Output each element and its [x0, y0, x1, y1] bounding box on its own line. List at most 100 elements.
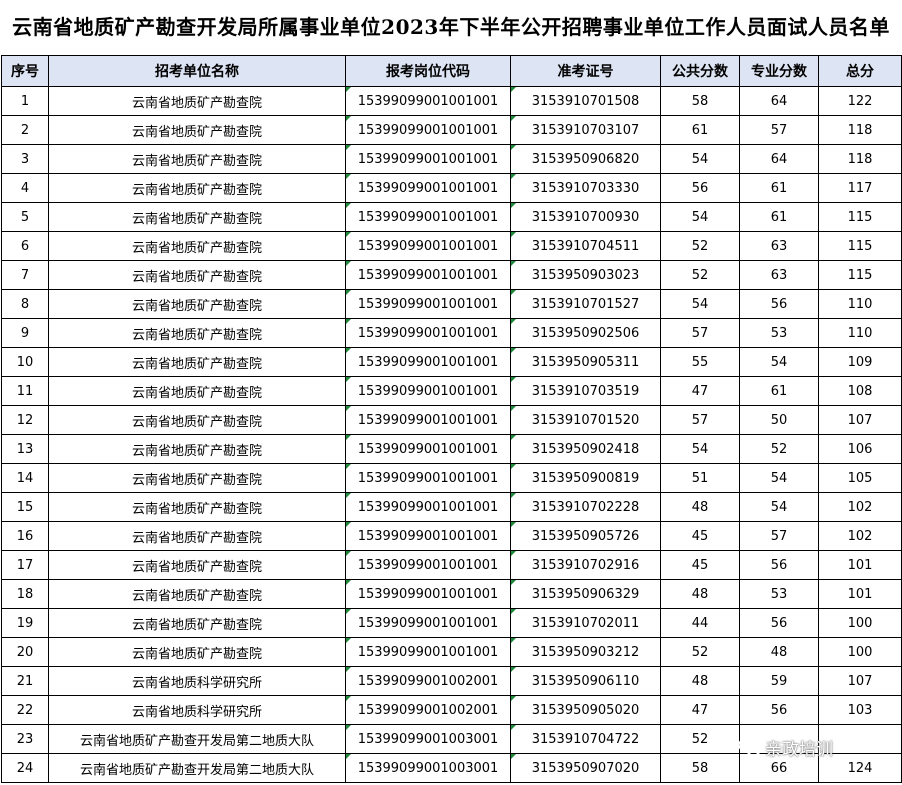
cell-seq: 18: [1, 579, 49, 609]
cell-seq: 7: [1, 260, 49, 290]
cell-professional-score: 48: [739, 637, 819, 667]
cell-public-score: 47: [660, 376, 740, 406]
table-row: 7 云南省地质矿产勘查院 15399099001001001 315395090302…: [1, 260, 902, 290]
cell-post-code: 15399099001002001: [345, 695, 511, 725]
cell-post-code: 15399099001001001: [345, 231, 511, 261]
cell-public-score: 54: [660, 202, 740, 232]
cell-total-score: 102: [818, 492, 902, 522]
cell-total-score: 115: [818, 202, 902, 232]
cell-total-score: 103: [818, 695, 902, 725]
cell-total-score: 102: [818, 521, 902, 551]
cell-unit-name: 云南省地质矿产勘查院: [48, 405, 346, 435]
cell-total-score: 101: [818, 579, 902, 609]
table-row: 20 云南省地质矿产勘查院 15399099001001001 31539509032…: [1, 637, 902, 667]
cell-seq: 23: [1, 724, 49, 754]
table-row: 6 云南省地质矿产勘查院 15399099001001001 315391070451…: [1, 231, 902, 261]
cell-public-score: 57: [660, 405, 740, 435]
cell-ticket-number: 3153950903023: [510, 260, 661, 290]
cell-seq: 8: [1, 289, 49, 319]
cell-post-code: 15399099001001001: [345, 550, 511, 580]
cell-unit-name: 云南省地质科学研究所: [48, 695, 346, 725]
cell-public-score: 44: [660, 608, 740, 638]
cell-unit-name: 云南省地质矿产勘查院: [48, 376, 346, 406]
cell-ticket-number: 3153910701508: [510, 86, 661, 116]
cell-ticket-number: 3153910702916: [510, 550, 661, 580]
cell-public-score: 57: [660, 318, 740, 348]
table-row: 12 云南省地质矿产勘查院 15399099001001001 31539107015…: [1, 405, 902, 435]
header-post-code: 报考岗位代码: [345, 55, 511, 87]
cell-public-score: 52: [660, 637, 740, 667]
cell-unit-name: 云南省地质矿产勘查院: [48, 173, 346, 203]
cell-seq: 6: [1, 231, 49, 261]
cell-seq: 17: [1, 550, 49, 580]
cell-unit-name: 云南省地质矿产勘查开发局第二地质大队: [48, 724, 346, 754]
cell-seq: 19: [1, 608, 49, 638]
cell-public-score: 55: [660, 347, 740, 377]
cell-seq: 14: [1, 463, 49, 493]
cell-public-score: 51: [660, 463, 740, 493]
cell-ticket-number: 3153950906820: [510, 144, 661, 174]
cell-post-code: 15399099001001001: [345, 434, 511, 464]
cell-seq: 1: [1, 86, 49, 116]
cell-public-score: 52: [660, 724, 740, 754]
cell-post-code: 15399099001001001: [345, 521, 511, 551]
cell-total-score: 122: [818, 86, 902, 116]
cell-ticket-number: 3153910701527: [510, 289, 661, 319]
cell-professional-score: 61: [739, 202, 819, 232]
cell-unit-name: 云南省地质矿产勘查院: [48, 637, 346, 667]
table-row: 14 云南省地质矿产勘查院 15399099001001001 31539509008…: [1, 463, 902, 493]
cell-seq: 10: [1, 347, 49, 377]
header-professional-score: 专业分数: [739, 55, 819, 87]
cell-post-code: 15399099001003001: [345, 724, 511, 754]
cell-seq: 13: [1, 434, 49, 464]
cell-seq: 9: [1, 318, 49, 348]
table-row: 21 云南省地质科学研究所 15399099001002001 31539509061…: [1, 666, 902, 696]
cell-ticket-number: 3153910703107: [510, 115, 661, 145]
cell-ticket-number: 3153950906110: [510, 666, 661, 696]
cell-ticket-number: 3153950900819: [510, 463, 661, 493]
cell-unit-name: 云南省地质矿产勘查院: [48, 550, 346, 580]
cell-public-score: 45: [660, 550, 740, 580]
cell-post-code: 15399099001001001: [345, 144, 511, 174]
cell-unit-name: 云南省地质科学研究所: [48, 666, 346, 696]
cell-ticket-number: 3153950906329: [510, 579, 661, 609]
cell-ticket-number: 3153950907020: [510, 753, 661, 783]
cell-unit-name: 云南省地质矿产勘查院: [48, 318, 346, 348]
cell-professional-score: 57: [739, 521, 819, 551]
cell-professional-score: 64: [739, 144, 819, 174]
cell-unit-name: 云南省地质矿产勘查院: [48, 86, 346, 116]
cell-ticket-number: 3153950902506: [510, 318, 661, 348]
cell-unit-name: 云南省地质矿产勘查院: [48, 231, 346, 261]
cell-professional-score: 61: [739, 376, 819, 406]
cell-unit-name: 云南省地质矿产勘查院: [48, 260, 346, 290]
cell-public-score: 47: [660, 695, 740, 725]
cell-post-code: 15399099001001001: [345, 260, 511, 290]
cell-ticket-number: 3153950905311: [510, 347, 661, 377]
cell-total-score: 101: [818, 550, 902, 580]
table-row: 17 云南省地质矿产勘查院 15399099001001001 31539107029…: [1, 550, 902, 580]
cell-post-code: 15399099001001001: [345, 86, 511, 116]
table-row: 9 云南省地质矿产勘查院 15399099001001001 315395090250…: [1, 318, 902, 348]
cell-unit-name: 云南省地质矿产勘查院: [48, 521, 346, 551]
watermark-text: 亲政培训: [765, 739, 833, 760]
cell-seq: 11: [1, 376, 49, 406]
cell-public-score: 61: [660, 115, 740, 145]
cell-total-score: 105: [818, 463, 902, 493]
cell-ticket-number: 3153950905020: [510, 695, 661, 725]
cell-ticket-number: 3153910700930: [510, 202, 661, 232]
cell-ticket-number: 3153910701520: [510, 405, 661, 435]
cell-unit-name: 云南省地质矿产勘查院: [48, 492, 346, 522]
cell-total-score: 118: [818, 115, 902, 145]
cell-professional-score: 53: [739, 318, 819, 348]
cell-total-score: 109: [818, 347, 902, 377]
cell-unit-name: 云南省地质矿产勘查院: [48, 347, 346, 377]
cell-ticket-number: 3153910704511: [510, 231, 661, 261]
header-public-score: 公共分数: [660, 55, 740, 87]
cell-public-score: 52: [660, 231, 740, 261]
cell-post-code: 15399099001001001: [345, 115, 511, 145]
cell-unit-name: 云南省地质矿产勘查院: [48, 463, 346, 493]
cell-post-code: 15399099001001001: [345, 492, 511, 522]
cell-unit-name: 云南省地质矿产勘查院: [48, 579, 346, 609]
cell-unit-name: 云南省地质矿产勘查院: [48, 144, 346, 174]
cell-total-score: 110: [818, 318, 902, 348]
